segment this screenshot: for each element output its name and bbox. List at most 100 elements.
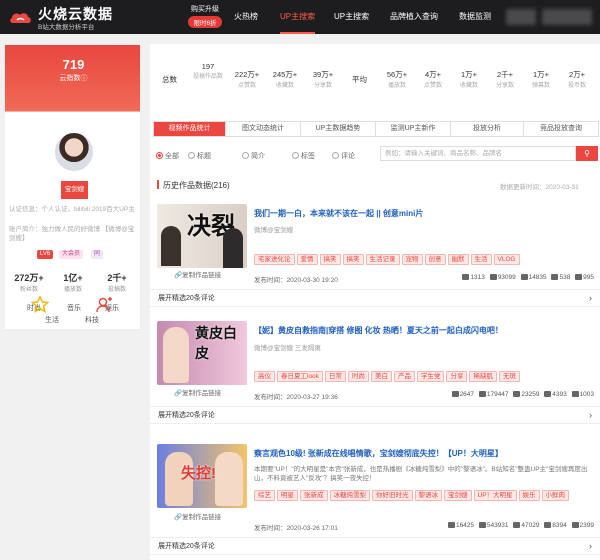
tab-dynamic-stats[interactable]: 图文动态统计	[226, 122, 301, 136]
nav-up-search-active[interactable]: UP主搜索	[280, 0, 316, 34]
link-icon: 🔗	[174, 272, 183, 279]
expand-comments[interactable]: 展开精选20条评论 ›	[150, 289, 600, 307]
copy-link-button[interactable]: 🔗复制作品链接	[174, 511, 221, 521]
video-metrics: 1313 93099 14835 538 995	[459, 274, 594, 281]
nav-brand-placement[interactable]: 品牌植入查询	[390, 0, 438, 34]
redacted-account-area[interactable]	[542, 9, 592, 25]
thumbnail-person-icon	[215, 452, 243, 506]
tab-competitor-query[interactable]: 竞品投放查询	[524, 122, 598, 136]
video-thumbnail[interactable]: 失控!	[157, 444, 247, 508]
video-thumbnail[interactable]: 黄皮白皮	[157, 321, 247, 385]
star-icon	[544, 391, 552, 397]
video-tag[interactable]: 你好旧时光	[372, 490, 413, 501]
video-tag[interactable]: UP！大明星	[473, 490, 517, 501]
video-title[interactable]: 我们一期一白，本来就不该在一起 || 创意mini片	[254, 208, 423, 219]
video-tag[interactable]: 美白	[370, 371, 392, 382]
radio-icon	[332, 152, 339, 159]
video-tag[interactable]: 时尚	[347, 371, 369, 382]
upgrade-button[interactable]: 购买升级 限时6折	[188, 4, 222, 28]
star-icon	[551, 274, 559, 280]
tab-video-stats[interactable]: 视频作品统计	[154, 122, 226, 136]
video-title[interactable]: 【妮】黄皮自救指南|穿搭 修图 化妆 热晒！夏天之前一起白成闪电吧！	[254, 325, 503, 336]
video-tag[interactable]: 生活记录	[365, 254, 400, 265]
video-tag[interactable]: 无斑	[498, 371, 520, 382]
thumbnail-person-icon	[223, 228, 243, 268]
thumbnail-person-icon	[163, 327, 189, 383]
copy-link-button[interactable]: 🔗复制作品链接	[174, 269, 221, 279]
video-tag[interactable]: VLOG	[493, 254, 520, 265]
video-tag[interactable]: 创意	[424, 254, 446, 265]
nav-up-search[interactable]: UP主搜索	[334, 0, 369, 34]
video-author: 微博@宝剑嫂	[254, 227, 294, 234]
coin-icon	[571, 522, 579, 528]
user-follow-icon[interactable]	[95, 296, 113, 314]
vip-badge: 大会员	[59, 250, 84, 259]
filter-comments[interactable]: 评论	[332, 151, 355, 161]
nav-data-monitor[interactable]: 数据监测	[459, 0, 491, 34]
video-tag[interactable]: 分享	[446, 371, 468, 382]
filter-intro[interactable]: 简介	[242, 151, 265, 161]
link-icon: 🔗	[174, 390, 183, 397]
like-icon	[513, 522, 521, 528]
redacted-user-area[interactable]	[506, 9, 536, 25]
like-icon	[513, 391, 521, 397]
video-tag[interactable]: 宝剑嫂	[444, 490, 472, 501]
summary-total-likes: 222万+ 点赞数	[234, 70, 260, 89]
cloud-index-label[interactable]: 云指数ⓘ	[5, 73, 142, 83]
thumbnail-caption: 失控!	[181, 465, 216, 482]
video-tags: 宅家进化论 爱情 搞笑 搞笑 生活记录 宠物 创意 幽默 生活 VLOG	[254, 254, 594, 267]
video-tag[interactable]: 宅家进化论	[254, 254, 295, 265]
play-icon	[489, 274, 497, 280]
summary-total-label: 总数	[162, 75, 177, 84]
filter-title[interactable]: 标题	[188, 151, 211, 161]
video-metrics: 2647 179447 23259 4393 1003	[449, 391, 594, 398]
publish-time: 发布时间：2020-03-26 17:01	[254, 525, 338, 532]
main-content: 总数 197 投稿作品数 222万+ 点赞数 245万+ 收藏数 39万+ 分享数 平均…	[150, 44, 600, 560]
avatar[interactable]	[53, 131, 95, 173]
video-tag[interactable]: 学生党	[416, 371, 445, 382]
video-tag[interactable]: 搞笑	[319, 254, 341, 265]
summary-total-favorites: 245万+ 收藏数	[272, 70, 298, 89]
video-tag[interactable]: 稀缺肌	[469, 371, 497, 382]
expand-comments[interactable]: 展开精选20条评论 ›	[150, 406, 600, 424]
video-thumbnail[interactable]: 决裂	[157, 204, 247, 268]
tab-placement-analysis[interactable]: 投放分析	[451, 122, 524, 136]
video-tag[interactable]: 张新成	[300, 490, 328, 501]
video-tag[interactable]: 宠物	[401, 254, 423, 265]
video-tag[interactable]: 小鲜肉	[541, 490, 570, 501]
star-favorite-icon[interactable]	[31, 296, 49, 314]
video-tag[interactable]: 搞笑	[342, 254, 364, 265]
tab-monitor-new[interactable]: 监测UP主新作	[376, 122, 451, 136]
video-tag[interactable]: 产品	[393, 371, 415, 382]
stats-tabs: 视频作品统计 图文动态统计 UP主数据趋势 监测UP主新作 投放分析 竞品投放查…	[153, 121, 599, 137]
video-tag[interactable]: 日常	[324, 371, 346, 382]
search-button[interactable]: ⚲	[576, 146, 598, 161]
video-tag[interactable]: 明星	[277, 490, 298, 501]
video-tag[interactable]: 冰糖炖雪梨	[329, 490, 370, 501]
video-tag[interactable]: 黎语冰	[414, 490, 442, 501]
brand-subtitle: B站大数据分析平台	[38, 24, 95, 31]
video-description: 本期要"UP！"的大明星是"本宫"张新成，也是热播剧《冰糖炖雪梨》中的"黎语冰"…	[254, 466, 588, 482]
video-tag[interactable]: 幽默	[447, 254, 469, 265]
danmaku-icon	[451, 391, 459, 397]
extra-badge: 同	[91, 250, 104, 259]
filter-all[interactable]: 全部	[156, 151, 179, 161]
nav-hot-list[interactable]: 火热榜	[234, 0, 258, 34]
video-tag[interactable]: 综艺	[254, 490, 275, 501]
video-tag[interactable]: 爱情	[296, 254, 318, 265]
search-input[interactable]: 例如：请输入关键词、商品名称、品牌名	[380, 146, 576, 161]
summary-avg-favorites: 1万+ 收藏数	[459, 70, 478, 89]
profile-name-badge: 宝剑嫂	[61, 181, 88, 199]
radio-selected-icon	[156, 152, 163, 159]
copy-link-button[interactable]: 🔗复制作品链接	[174, 387, 221, 397]
expand-comments[interactable]: 展开精选20条评论 ›	[150, 537, 600, 555]
danmaku-icon	[462, 274, 470, 280]
video-tag[interactable]: 娱乐	[518, 490, 540, 501]
filter-tags[interactable]: 标签	[292, 151, 315, 161]
tab-up-trend[interactable]: UP主数据趋势	[301, 122, 376, 136]
radio-icon	[188, 152, 195, 159]
video-tag[interactable]: 生活	[470, 254, 492, 265]
video-tag[interactable]: 春日夏工look	[277, 371, 323, 382]
video-tag[interactable]: 高仪	[254, 371, 275, 382]
video-title[interactable]: 察言观色10级! 张新成在线唱情歌，宝剑嫂彻底失控！【UP！大明星】	[254, 448, 503, 459]
